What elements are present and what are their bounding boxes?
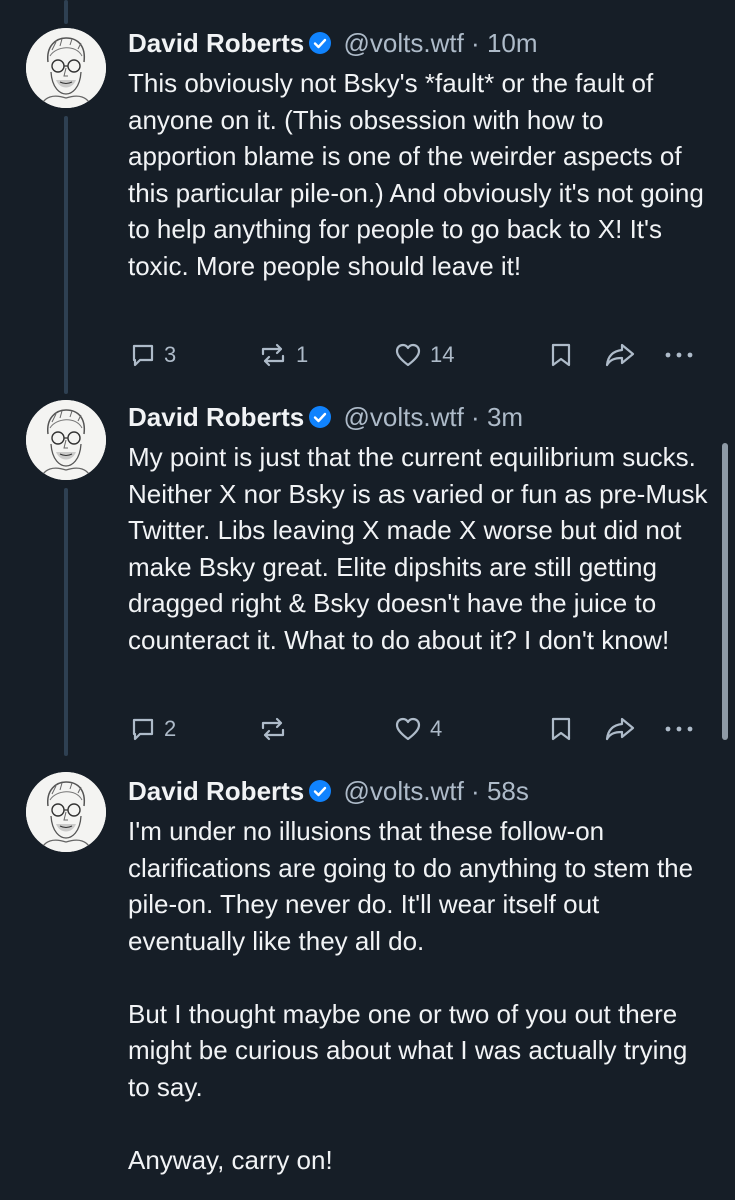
thread-line [64,0,68,24]
repost-count: 1 [296,342,309,367]
thread-line [64,488,68,756]
author-name[interactable]: David Roberts [128,776,304,806]
post-header: David Roberts @volts.wtf · 3m [128,400,709,437]
like-button[interactable]: 4 [394,711,442,747]
repost-icon [261,717,285,741]
separator: · [471,28,480,58]
post-time[interactable]: 10m [487,28,538,58]
verified-badge-icon [308,777,332,811]
avatar[interactable] [26,28,106,108]
author-handle[interactable]: @volts.wtf [344,28,464,58]
thread-line [64,116,68,394]
verified-badge-icon [308,403,332,437]
post-text: I'm under no illusions that these follow… [128,816,694,1175]
avatar-image [26,28,106,108]
post-actions: 2 4 [128,711,698,747]
reply-count: 2 [164,716,177,741]
post-time[interactable]: 3m [487,402,523,432]
post-header: David Roberts @volts.wtf · 10m [128,26,709,63]
more-icon [665,726,693,732]
share-icon [605,343,635,367]
more-icon [665,352,693,358]
repost-button[interactable]: 1 [258,337,308,373]
share-icon [605,717,635,741]
like-button[interactable]: 14 [394,337,454,373]
avatar[interactable] [26,400,106,480]
author-handle[interactable]: @volts.wtf [344,402,464,432]
separator: · [471,402,480,432]
heart-icon [395,717,421,741]
separator: · [471,776,480,806]
verified-badge-icon [308,29,332,63]
post-text: My point is just that the current equili… [128,442,715,655]
like-count: 4 [430,716,443,741]
more-button[interactable] [664,711,694,747]
like-count: 14 [430,342,455,367]
post-header: David Roberts @volts.wtf · 58s [128,774,709,811]
bookmark-button[interactable] [550,337,572,373]
author-name[interactable]: David Roberts [128,402,304,432]
bookmark-icon [551,717,571,741]
share-button[interactable] [604,337,636,373]
avatar-image [26,400,106,480]
reply-button[interactable]: 3 [130,337,176,373]
avatar[interactable] [26,772,106,852]
post-time[interactable]: 58s [487,776,529,806]
author-handle[interactable]: @volts.wtf [344,776,464,806]
reply-icon [132,344,154,367]
repost-icon [261,343,285,367]
bookmark-icon [551,343,571,367]
reply-button[interactable]: 2 [130,711,176,747]
heart-icon [395,343,421,367]
author-name[interactable]: David Roberts [128,28,304,58]
avatar-image [26,772,106,852]
repost-button[interactable] [258,711,296,747]
scrollbar[interactable] [722,443,728,740]
post-actions: 3 1 14 [128,337,698,373]
more-button[interactable] [664,337,694,373]
bookmark-button[interactable] [550,711,572,747]
post-text: This obviously not Bsky's *fault* or the… [128,68,712,281]
share-button[interactable] [604,711,636,747]
reply-count: 3 [164,342,177,367]
reply-icon [132,718,154,741]
